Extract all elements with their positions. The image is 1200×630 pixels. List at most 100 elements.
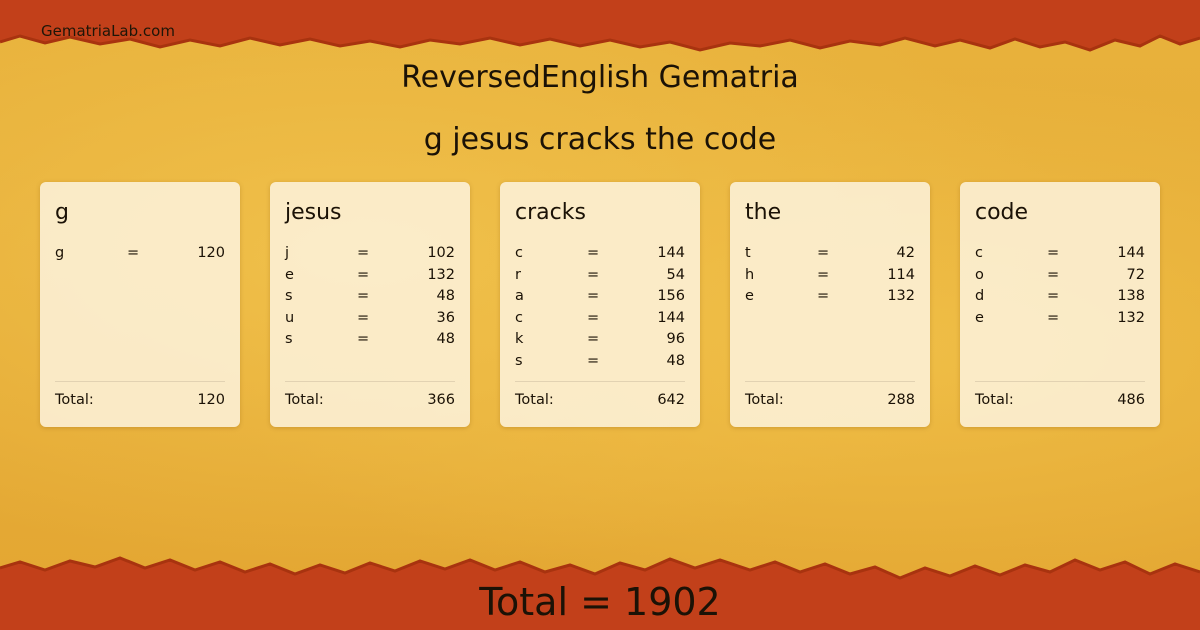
letter-list: c = 144 o = 72 d = 138 e = 132 <box>975 245 1145 331</box>
total-label: Total: <box>55 392 94 408</box>
letter: o <box>975 266 984 283</box>
letter-value: 138 <box>1117 288 1145 304</box>
equals-sign: = <box>587 352 600 369</box>
grand-total: Total = 1902 <box>479 580 721 624</box>
letter-value: 48 <box>436 288 455 304</box>
total-value: 642 <box>657 392 685 408</box>
card-word: jesus <box>285 200 342 225</box>
letter: s <box>285 288 293 304</box>
letter-value: 36 <box>436 309 455 326</box>
divider <box>285 381 455 382</box>
letter: e <box>285 266 294 283</box>
divider <box>975 381 1145 382</box>
letter-value: 144 <box>1117 245 1145 261</box>
letter: g <box>55 245 65 261</box>
total-label: Total: <box>515 392 554 408</box>
letter-value: 114 <box>887 266 915 283</box>
letter-value: 132 <box>887 288 915 304</box>
card-word: code <box>975 200 1029 225</box>
word-card-3: the t = 42 h = 114 e = 132 Total: 288 <box>730 182 930 427</box>
letter-list: t = 42 h = 114 e = 132 <box>745 245 915 310</box>
phrase-heading: g jesus cracks the code <box>423 122 777 157</box>
letter-value: 144 <box>657 245 685 261</box>
letter-value: 144 <box>657 309 685 326</box>
divider <box>745 381 915 382</box>
card-word: the <box>745 200 782 225</box>
equals-sign: = <box>587 288 600 304</box>
letter: c <box>515 245 523 261</box>
page-title: ReversedEnglish Gematria <box>401 60 799 95</box>
letter-row: t = 42 <box>745 245 915 267</box>
letter-row: s = 48 <box>515 353 685 375</box>
word-card-0: g g = 120 Total: 120 <box>40 182 240 427</box>
letter-row: e = 132 <box>975 310 1145 332</box>
word-card-1: jesus j = 102 e = 132 s = 48 u = 36 s = 48 Total: 366 <box>270 182 470 427</box>
letter: d <box>975 288 985 304</box>
letter-value: 132 <box>1117 309 1145 326</box>
letter-value: 156 <box>657 288 685 304</box>
site-name[interactable]: GematriaLab.com <box>41 22 175 40</box>
letter-row: c = 144 <box>515 310 685 332</box>
equals-sign: = <box>587 309 600 326</box>
letter-row: s = 48 <box>285 288 455 310</box>
letter-row: h = 114 <box>745 267 915 289</box>
letter-value: 48 <box>436 331 455 347</box>
letter-row: e = 132 <box>745 288 915 310</box>
equals-sign: = <box>357 266 370 283</box>
total-label: Total: <box>745 392 784 408</box>
total-value: 120 <box>197 392 225 408</box>
letter-list: g = 120 <box>55 245 225 267</box>
word-card-4: code c = 144 o = 72 d = 138 e = 132 Total: 486 <box>960 182 1160 427</box>
letter: k <box>515 331 524 347</box>
letter-value: 48 <box>666 352 685 369</box>
letter-value: 42 <box>896 245 915 261</box>
letter: t <box>745 245 751 261</box>
letter: h <box>745 266 755 283</box>
total-label: Total: <box>975 392 1014 408</box>
equals-sign: = <box>817 245 830 261</box>
letter-row: j = 102 <box>285 245 455 267</box>
total-value: 366 <box>427 392 455 408</box>
letter-row: a = 156 <box>515 288 685 310</box>
letter-row: g = 120 <box>55 245 225 267</box>
letter-row: e = 132 <box>285 267 455 289</box>
equals-sign: = <box>1047 309 1060 326</box>
equals-sign: = <box>1047 266 1060 283</box>
letter-row: c = 144 <box>975 245 1145 267</box>
equals-sign: = <box>587 245 600 261</box>
total-label: Total: <box>285 392 324 408</box>
letter: a <box>515 288 524 304</box>
letter-list: j = 102 e = 132 s = 48 u = 36 s = 48 <box>285 245 455 353</box>
total-value: 486 <box>1117 392 1145 408</box>
letter-row: d = 138 <box>975 288 1145 310</box>
letter: e <box>975 309 984 326</box>
letter-row: c = 144 <box>515 245 685 267</box>
equals-sign: = <box>127 245 140 261</box>
equals-sign: = <box>1047 288 1060 304</box>
total-value: 288 <box>887 392 915 408</box>
letter: r <box>515 266 521 283</box>
letter-row: u = 36 <box>285 310 455 332</box>
equals-sign: = <box>1047 245 1060 261</box>
letter: j <box>285 245 290 261</box>
card-word: cracks <box>515 200 586 225</box>
equals-sign: = <box>587 266 600 283</box>
letter-list: c = 144 r = 54 a = 156 c = 144 k = 96 s = 48 <box>515 245 685 374</box>
letter-row: r = 54 <box>515 267 685 289</box>
letter-value: 102 <box>427 245 455 261</box>
letter-value: 54 <box>666 266 685 283</box>
equals-sign: = <box>817 266 830 283</box>
word-card-2: cracks c = 144 r = 54 a = 156 c = 144 k = 96 s = 48 Total: 6… <box>500 182 700 427</box>
letter-value: 120 <box>197 245 225 261</box>
letter-value: 132 <box>427 266 455 283</box>
equals-sign: = <box>357 309 370 326</box>
letter: c <box>975 245 983 261</box>
letter: s <box>285 331 293 347</box>
equals-sign: = <box>357 288 370 304</box>
letter-row: s = 48 <box>285 331 455 353</box>
equals-sign: = <box>587 331 600 347</box>
divider <box>55 381 225 382</box>
equals-sign: = <box>817 288 830 304</box>
letter-value: 96 <box>666 331 685 347</box>
letter: e <box>745 288 754 304</box>
